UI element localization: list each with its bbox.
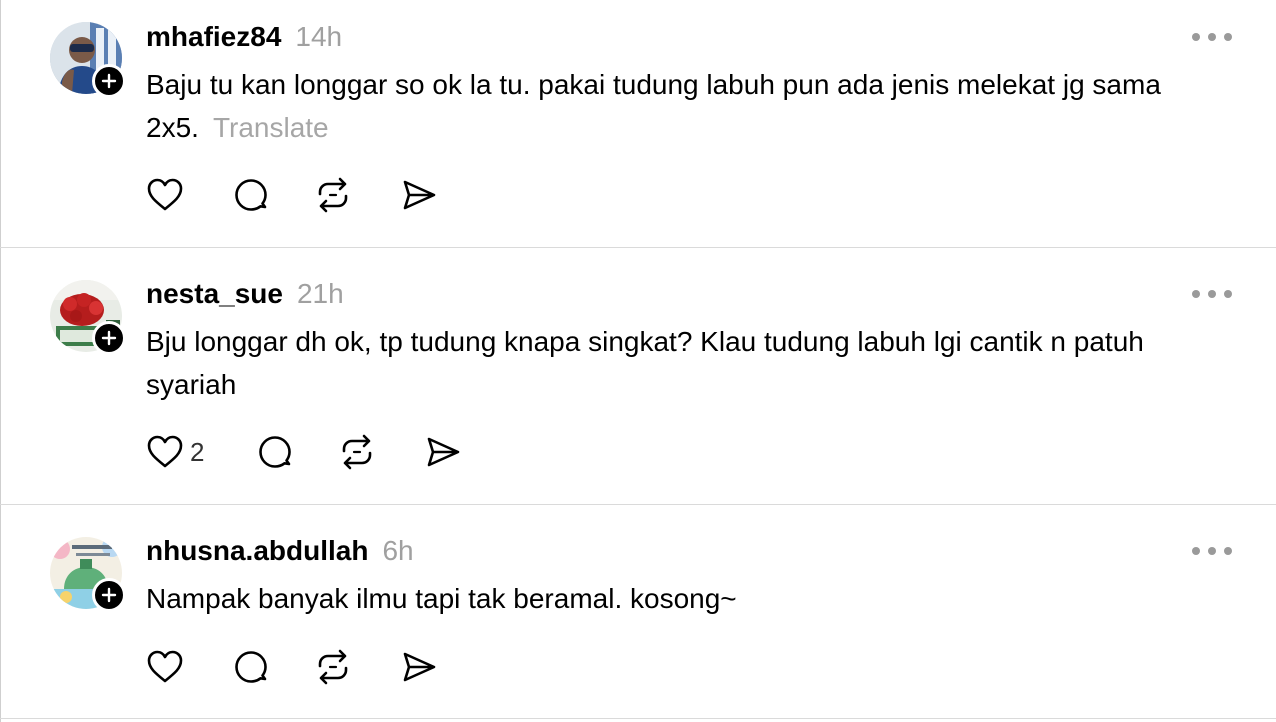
- plus-icon: [101, 587, 117, 603]
- more-horizontal-icon-dot: [1208, 33, 1216, 41]
- share-button[interactable]: [400, 176, 438, 214]
- speech-bubble-icon: [235, 651, 267, 683]
- paper-plane-icon: [427, 437, 460, 467]
- heart-icon: [147, 435, 183, 468]
- more-horizontal-icon-dot: [1208, 547, 1216, 555]
- plus-icon: [101, 73, 117, 89]
- reply-button[interactable]: [256, 433, 294, 471]
- follow-button[interactable]: [92, 321, 126, 355]
- username[interactable]: mhafiez84: [146, 21, 281, 52]
- like-button[interactable]: [146, 648, 184, 686]
- username-row: nhusna.abdullah 6h: [146, 534, 414, 568]
- post-divider: [0, 718, 1276, 719]
- more-horizontal-icon-dot: [1208, 290, 1216, 298]
- heart-icon: [147, 650, 183, 683]
- timestamp: 21h: [296, 278, 344, 309]
- paper-plane-icon: [403, 180, 436, 210]
- more-horizontal-icon-dot: [1192, 290, 1200, 298]
- heart-icon: [147, 178, 183, 211]
- paper-plane-icon: [403, 652, 436, 682]
- post-3: nhusna.abdullah 6h Nampak banyak ilmu tap…: [0, 505, 1276, 722]
- username[interactable]: nesta_sue: [146, 278, 283, 309]
- post-border: [0, 248, 1, 504]
- post-text-block: Baju tu kan longgar so ok la tu. pakai t…: [146, 63, 1206, 149]
- post-1: mhafiez84 14h Baju tu kan longgar so ok l…: [0, 0, 1276, 247]
- speech-bubble-icon: [259, 436, 291, 468]
- share-button[interactable]: [400, 648, 438, 686]
- post-text: Nampak banyak ilmu tapi tak beramal. kos…: [146, 583, 737, 614]
- more-horizontal-icon-dot: [1192, 547, 1200, 555]
- follow-button[interactable]: [92, 578, 126, 612]
- post-text-block: Nampak banyak ilmu tapi tak beramal. kos…: [146, 577, 1206, 620]
- post-border: [0, 0, 1, 247]
- repost-icon: [318, 177, 348, 213]
- like-count: 2: [190, 437, 205, 467]
- timestamp: 6h: [382, 535, 414, 566]
- repost-button[interactable]: [338, 433, 376, 471]
- more-horizontal-icon-dot: [1224, 547, 1232, 555]
- post-text-block: Bju longgar dh ok, tp tudung knapa singk…: [146, 320, 1206, 406]
- share-button[interactable]: [424, 433, 462, 471]
- post-text: Bju longgar dh ok, tp tudung knapa singk…: [146, 326, 1144, 400]
- repost-button[interactable]: [314, 176, 352, 214]
- more-options-button[interactable]: [1192, 287, 1232, 301]
- post-2: nesta_sue 21h Bju longgar dh ok, tp tudun…: [0, 248, 1276, 504]
- username[interactable]: nhusna.abdullah: [146, 535, 368, 566]
- username-row: nesta_sue 21h: [146, 277, 344, 311]
- reply-button[interactable]: [232, 648, 270, 686]
- timestamp: 14h: [295, 21, 343, 52]
- username-row: mhafiez84 14h: [146, 20, 342, 54]
- more-options-button[interactable]: [1192, 544, 1232, 558]
- post-border: [0, 505, 1, 722]
- repost-icon: [318, 649, 348, 685]
- plus-icon: [101, 330, 117, 346]
- more-horizontal-icon-dot: [1192, 33, 1200, 41]
- more-horizontal-icon-dot: [1224, 33, 1232, 41]
- follow-button[interactable]: [92, 64, 126, 98]
- repost-icon: [342, 434, 372, 470]
- more-options-button[interactable]: [1192, 30, 1232, 44]
- translate-link[interactable]: Translate: [213, 112, 329, 143]
- speech-bubble-icon: [235, 179, 267, 211]
- like-button[interactable]: [146, 433, 184, 471]
- repost-button[interactable]: [314, 648, 352, 686]
- like-button[interactable]: [146, 176, 184, 214]
- reply-button[interactable]: [232, 176, 270, 214]
- more-horizontal-icon-dot: [1224, 290, 1232, 298]
